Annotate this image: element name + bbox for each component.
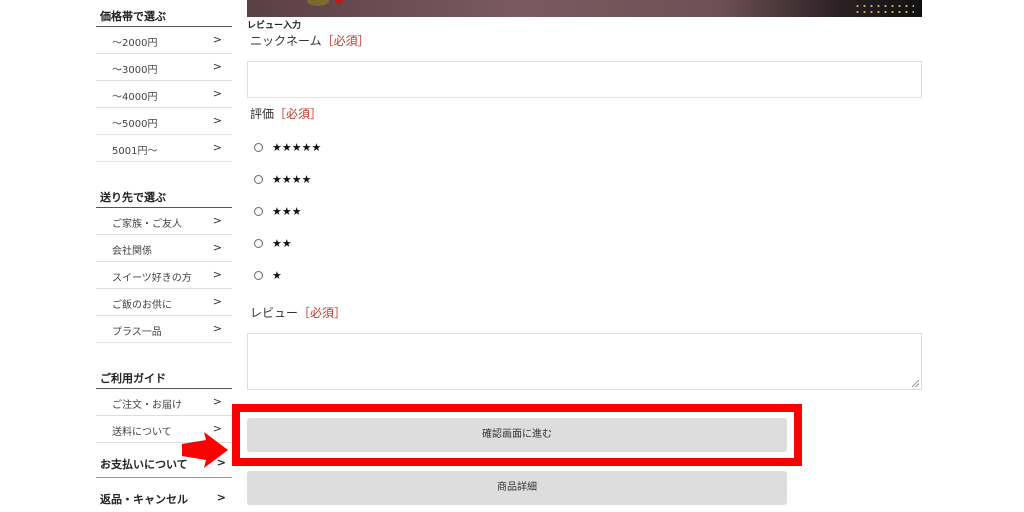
required-badge: ［必須］	[274, 107, 323, 121]
sidebar-item-sweets-lovers[interactable]: スイーツ好きの方 >	[96, 262, 232, 289]
sidebar-item-label: ご家族・ご友人	[112, 219, 182, 230]
star-rating-1-icon: ★	[272, 269, 282, 282]
chevron-right-icon: >	[216, 491, 226, 504]
sidebar-item-label: お支払いについて	[100, 458, 188, 471]
chevron-right-icon: >	[212, 214, 222, 227]
chevron-right-icon: >	[212, 60, 222, 73]
radio-button[interactable]	[254, 207, 263, 216]
star-rating-3-icon: ★★★	[272, 205, 302, 218]
sidebar-item-over-5001[interactable]: 5001円～ >	[96, 135, 232, 162]
sidebar-item-under-5000[interactable]: ～5000円 >	[96, 108, 232, 135]
radio-button[interactable]	[254, 271, 263, 280]
rating-label: 評価［必須］	[250, 105, 322, 122]
guide-section-title: ご利用ガイド	[100, 372, 166, 385]
resize-handle-icon[interactable]	[912, 380, 919, 387]
required-badge: ［必須］	[321, 34, 370, 48]
chevron-right-icon: >	[212, 87, 222, 100]
radio-button[interactable]	[254, 239, 263, 248]
sidebar-item-returns[interactable]: 返品・キャンセル >	[100, 488, 232, 508]
chevron-right-icon: >	[212, 395, 222, 408]
price-section-title: 価格帯で選ぶ	[100, 10, 166, 23]
sidebar-item-under-3000[interactable]: ～3000円 >	[96, 54, 232, 81]
review-textarea[interactable]	[247, 333, 922, 390]
chevron-right-icon: >	[212, 141, 222, 154]
product-image	[247, 0, 922, 17]
arrow-right-icon	[182, 432, 228, 468]
chevron-right-icon: >	[212, 241, 222, 254]
rating-label-text: 評価	[250, 107, 275, 121]
required-badge: ［必須］	[298, 306, 347, 320]
truncated-content: ・・ ≈	[258, 508, 286, 512]
sidebar-item-label: ご飯のお供に	[112, 300, 172, 311]
sidebar-item-label: 送料について	[112, 427, 172, 438]
radio-button[interactable]	[254, 175, 263, 184]
recipient-section-title: 送り先で選ぶ	[100, 191, 166, 204]
chevron-right-icon: >	[212, 114, 222, 127]
sidebar-item-order-delivery[interactable]: ご注文・お届け >	[96, 389, 232, 416]
review-label-text: レビュー	[250, 306, 299, 320]
gold-dots-decoration	[854, 3, 914, 15]
sidebar-item-family-friends[interactable]: ご家族・ご友人 >	[96, 208, 232, 235]
sidebar-item-label: 5001円～	[112, 146, 158, 157]
sidebar-item-under-4000[interactable]: ～4000円 >	[96, 81, 232, 108]
star-rating-2-icon: ★★	[272, 237, 292, 250]
chevron-right-icon: >	[212, 322, 222, 335]
sidebar-item-label: 会社関係	[112, 246, 152, 257]
nickname-input[interactable]	[247, 61, 922, 98]
sidebar-item-label: プラス一品	[112, 327, 162, 338]
sidebar-item-label: ～5000円	[112, 119, 158, 130]
sidebar-item-label: ご注文・お届け	[112, 400, 182, 411]
chevron-right-icon: >	[212, 295, 222, 308]
sidebar-item-label: 返品・キャンセル	[100, 493, 188, 506]
section-divider	[96, 477, 232, 478]
leaf-decoration	[307, 0, 329, 6]
sidebar-item-business[interactable]: 会社関係 >	[96, 235, 232, 262]
berry-decoration	[335, 0, 343, 4]
star-rating-4-icon: ★★★★	[272, 173, 312, 186]
star-rating-5-icon: ★★★★★	[272, 141, 322, 154]
chevron-right-icon: >	[212, 33, 222, 46]
sidebar-item-rice-companion[interactable]: ご飯のお供に >	[96, 289, 232, 316]
chevron-right-icon: >	[212, 268, 222, 281]
radio-button[interactable]	[254, 143, 263, 152]
sidebar-item-label: ～4000円	[112, 92, 158, 103]
nickname-label-text: ニックネーム	[250, 34, 322, 48]
product-details-button[interactable]: 商品詳細	[247, 471, 787, 505]
confirm-button[interactable]: 確認画面に進む	[247, 418, 787, 452]
sidebar-item-under-2000[interactable]: ～2000円 >	[96, 27, 232, 54]
nickname-label: ニックネーム［必須］	[250, 32, 370, 49]
sidebar-item-label: スイーツ好きの方	[112, 273, 192, 284]
review-section-label: レビュー入力	[247, 21, 302, 31]
review-label: レビュー［必須］	[250, 304, 346, 321]
sidebar-item-label: ～3000円	[112, 65, 158, 76]
sidebar-item-plus-one[interactable]: プラス一品 >	[96, 316, 232, 343]
sidebar-item-label: ～2000円	[112, 38, 158, 49]
